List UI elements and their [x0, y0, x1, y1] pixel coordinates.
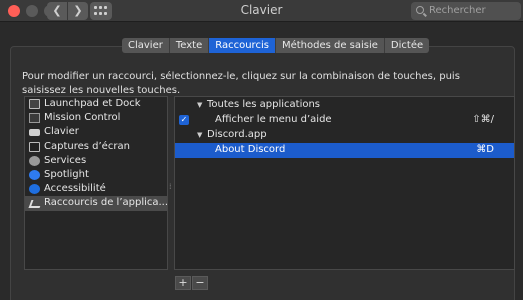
- split-view-handle[interactable]: ⁞: [169, 182, 172, 191]
- tab-raccourcis[interactable]: Raccourcis: [209, 38, 276, 53]
- category-label: Mission Control: [44, 112, 121, 124]
- shortcut-list: ▼ Toutes les applications ✓ Afficher le …: [174, 96, 515, 270]
- instructions-text: Pour modifier un raccourci, sélectionnez…: [22, 71, 460, 96]
- spotlight-icon: [29, 169, 40, 180]
- category-captures-ecran[interactable]: Captures d’écran: [25, 140, 167, 154]
- shortcut-row-about-discord[interactable]: About Discord ⌘D: [175, 143, 514, 158]
- remove-shortcut-button[interactable]: −: [192, 276, 208, 290]
- shortcut-row-help-menu[interactable]: ✓ Afficher le menu d’aide ⇧⌘/: [175, 113, 514, 128]
- search-placeholder: Rechercher: [429, 5, 486, 16]
- category-label: Services: [44, 154, 87, 166]
- tab-texte[interactable]: Texte: [170, 38, 210, 53]
- add-shortcut-button[interactable]: +: [175, 276, 191, 290]
- disclosure-triangle-icon[interactable]: ▼: [197, 98, 202, 113]
- shortcut-label: Afficher le menu d’aide: [215, 114, 332, 125]
- screenshot-icon: [29, 141, 40, 152]
- category-label: Raccourcis de l’applica...: [44, 197, 169, 209]
- group-row-all-applications[interactable]: ▼ Toutes les applications: [175, 98, 514, 113]
- tab-clavier[interactable]: Clavier: [122, 38, 170, 53]
- category-services[interactable]: Services: [25, 154, 167, 168]
- search-icon: [416, 6, 424, 14]
- category-mission-control[interactable]: Mission Control: [25, 111, 167, 125]
- category-label: Clavier: [44, 126, 79, 138]
- category-label: Launchpad et Dock: [44, 98, 141, 109]
- category-spotlight[interactable]: Spotlight: [25, 168, 167, 182]
- category-accessibilite[interactable]: Accessibilité: [25, 182, 167, 196]
- group-row-discord[interactable]: ▼ Discord.app: [175, 128, 514, 143]
- category-clavier[interactable]: Clavier: [25, 125, 167, 139]
- category-label: Accessibilité: [44, 183, 106, 195]
- shortcut-category-list: Launchpad et Dock Mission Control Clavie…: [24, 96, 168, 270]
- enabled-checkbox[interactable]: ✓: [179, 115, 189, 125]
- tab-dictee[interactable]: Dictée: [385, 38, 429, 53]
- shortcut-key[interactable]: ⇧⌘/: [472, 113, 494, 128]
- gear-icon: [29, 155, 40, 166]
- tab-methodes-de-saisie[interactable]: Méthodes de saisie: [276, 38, 385, 53]
- title-bar: ❮ ❯ Clavier Rechercher: [0, 0, 523, 22]
- category-label: Spotlight: [44, 168, 89, 180]
- group-label: Discord.app: [207, 129, 267, 140]
- accessibility-icon: [29, 184, 40, 195]
- search-field[interactable]: Rechercher: [411, 2, 521, 20]
- app-shortcuts-icon: [29, 198, 40, 208]
- category-launchpad-dock[interactable]: Launchpad et Dock: [25, 97, 167, 111]
- category-label: Captures d’écran: [44, 140, 130, 152]
- disclosure-triangle-icon[interactable]: ▼: [197, 128, 202, 143]
- group-label: Toutes les applications: [207, 99, 321, 110]
- mission-control-icon: [29, 113, 40, 124]
- shortcut-key[interactable]: ⌘D: [476, 143, 494, 158]
- tab-bar: Clavier Texte Raccourcis Méthodes de sai…: [122, 38, 430, 53]
- monitor-icon: [29, 99, 40, 109]
- shortcut-label: About Discord: [215, 144, 286, 155]
- keyboard-icon: [29, 129, 40, 137]
- category-raccourcis-applications[interactable]: Raccourcis de l’applica...: [25, 196, 169, 211]
